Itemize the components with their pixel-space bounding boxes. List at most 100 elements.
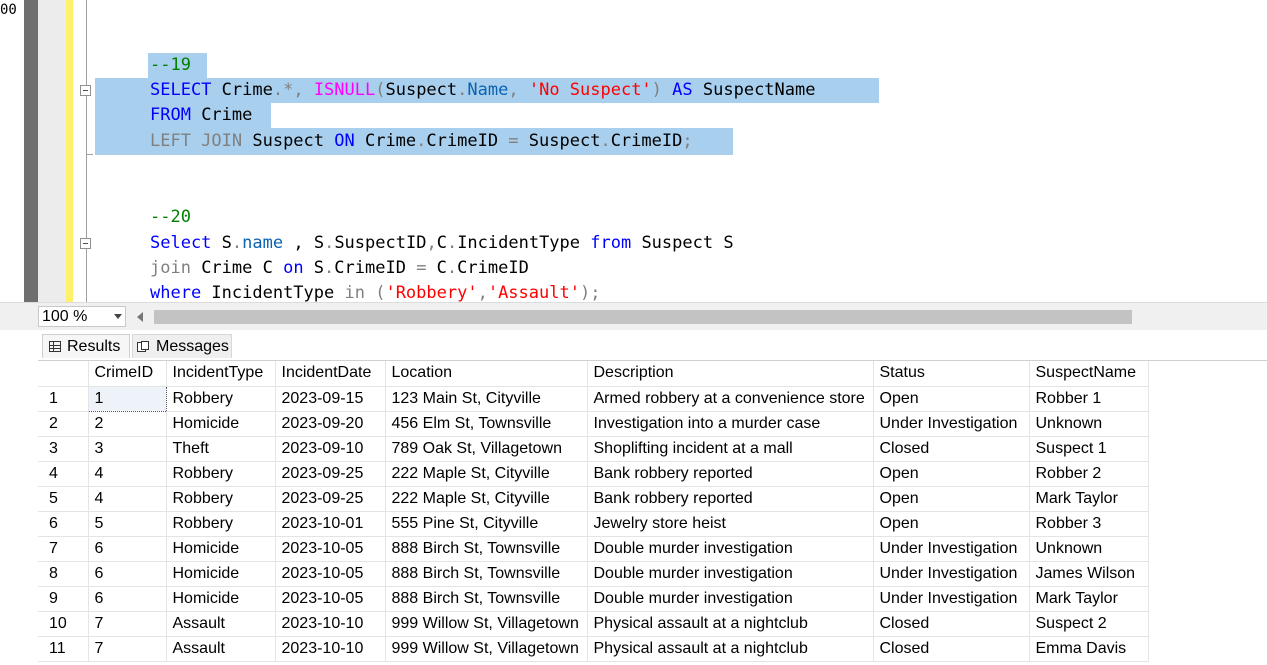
- table-cell[interactable]: Physical assault at a nightclub: [587, 636, 874, 662]
- row-number[interactable]: 6: [38, 511, 89, 537]
- table-row[interactable]: 9 6 Homicide 2023-10-05 888 Birch St, Townsv…: [38, 586, 1149, 612]
- table-row[interactable]: 11 7 Assault 2023-10-10 999 Willow St, Villa…: [38, 636, 1149, 662]
- table-cell[interactable]: 789 Oak St, Villagetown: [385, 436, 588, 462]
- code-line[interactable]: join Crime C on S.CrimeID = C.CrimeID: [150, 256, 529, 281]
- table-cell[interactable]: Under Investigation: [873, 586, 1030, 612]
- table-cell[interactable]: Open: [873, 486, 1030, 512]
- table-row[interactable]: 2 2 Homicide 2023-09-20 456 Elm St, Townsvil…: [38, 411, 1149, 437]
- table-cell[interactable]: Closed: [873, 436, 1030, 462]
- table-cell[interactable]: Robbery: [166, 461, 276, 487]
- table-cell[interactable]: 1: [87, 385, 167, 412]
- table-cell[interactable]: 222 Maple St, Cityville: [385, 486, 588, 512]
- column-header[interactable]: IncidentType: [166, 361, 276, 387]
- table-cell[interactable]: Unknown: [1029, 411, 1149, 437]
- code-line[interactable]: where IncidentType in ('Robbery','Assaul…: [150, 281, 600, 302]
- row-number[interactable]: 8: [38, 561, 89, 587]
- scroll-left-arrow-icon[interactable]: [137, 312, 143, 322]
- column-header[interactable]: IncidentDate: [275, 361, 386, 387]
- table-cell[interactable]: Unknown: [1029, 536, 1149, 562]
- table-cell[interactable]: Open: [873, 386, 1030, 412]
- table-cell[interactable]: 2023-09-25: [275, 461, 386, 487]
- table-cell[interactable]: 888 Birch St, Townsville: [385, 586, 588, 612]
- table-cell[interactable]: Double murder investigation: [587, 536, 874, 562]
- table-cell[interactable]: 5: [88, 511, 167, 537]
- table-cell[interactable]: 2023-10-05: [275, 536, 386, 562]
- table-cell[interactable]: 888 Birch St, Townsville: [385, 536, 588, 562]
- table-cell[interactable]: 6: [88, 561, 167, 587]
- table-cell[interactable]: 2023-10-05: [275, 561, 386, 587]
- table-cell[interactable]: Bank robbery reported: [587, 486, 874, 512]
- table-cell[interactable]: Homicide: [166, 586, 276, 612]
- row-number-header[interactable]: [38, 361, 89, 387]
- table-cell[interactable]: Homicide: [166, 411, 276, 437]
- table-row[interactable]: 1 1 Robbery 2023-09-15 123 Main St, Cityvill…: [38, 385, 1149, 412]
- row-number[interactable]: 2: [38, 411, 89, 437]
- table-cell[interactable]: 999 Willow St, Villagetown: [385, 636, 588, 662]
- table-cell[interactable]: 999 Willow St, Villagetown: [385, 611, 588, 637]
- table-cell[interactable]: Theft: [166, 436, 276, 462]
- table-cell[interactable]: 456 Elm St, Townsville: [385, 411, 588, 437]
- table-cell[interactable]: 4: [88, 486, 167, 512]
- table-cell[interactable]: Open: [873, 511, 1030, 537]
- table-cell[interactable]: 2023-10-10: [275, 636, 386, 662]
- table-cell[interactable]: Homicide: [166, 536, 276, 562]
- table-cell[interactable]: 888 Birch St, Townsville: [385, 561, 588, 587]
- table-cell[interactable]: Under Investigation: [873, 411, 1030, 437]
- results-grid[interactable]: CrimeID IncidentType IncidentDate Locati…: [38, 361, 1267, 665]
- column-header[interactable]: CrimeID: [88, 361, 167, 387]
- table-cell[interactable]: Homicide: [166, 561, 276, 587]
- table-cell[interactable]: Investigation into a murder case: [587, 411, 874, 437]
- table-cell[interactable]: 2: [88, 411, 167, 437]
- query-editor[interactable]: 00 --19 SELECT Crime.*, ISNULL(Suspect.N…: [0, 0, 1267, 302]
- table-cell[interactable]: Assault: [166, 611, 276, 637]
- table-row[interactable]: 10 7 Assault 2023-10-10 999 Willow St, Villa…: [38, 611, 1149, 637]
- code-line[interactable]: SELECT Crime.*, ISNULL(Suspect.Name, 'No…: [150, 78, 815, 103]
- row-number[interactable]: 4: [38, 461, 89, 487]
- table-cell[interactable]: 7: [88, 636, 167, 662]
- table-row[interactable]: 3 3 Theft 2023-09-10 789 Oak St, Villagetown…: [38, 436, 1149, 462]
- code-line[interactable]: LEFT JOIN Suspect ON Crime.CrimeID = Sus…: [150, 129, 693, 154]
- table-cell[interactable]: 555 Pine St, Cityville: [385, 511, 588, 537]
- table-cell[interactable]: Closed: [873, 611, 1030, 637]
- table-cell[interactable]: Open: [873, 461, 1030, 487]
- table-row[interactable]: 8 6 Homicide 2023-10-05 888 Birch St, Townsv…: [38, 561, 1149, 587]
- row-number[interactable]: 3: [38, 436, 89, 462]
- row-number[interactable]: 7: [38, 536, 89, 562]
- table-row[interactable]: 4 4 Robbery 2023-09-25 222 Maple St, Cityvil…: [38, 461, 1149, 487]
- table-cell[interactable]: Robbery: [166, 511, 276, 537]
- table-cell[interactable]: 2023-10-10: [275, 611, 386, 637]
- row-number[interactable]: 11: [38, 636, 89, 662]
- table-cell[interactable]: 2023-10-01: [275, 511, 386, 537]
- column-header[interactable]: Location: [385, 361, 588, 387]
- table-cell[interactable]: Robbery: [166, 486, 276, 512]
- table-cell[interactable]: Robber 3: [1029, 511, 1149, 537]
- table-cell[interactable]: Assault: [166, 636, 276, 662]
- table-cell[interactable]: Robber 1: [1029, 386, 1149, 412]
- table-cell[interactable]: Physical assault at a nightclub: [587, 611, 874, 637]
- table-cell[interactable]: Bank robbery reported: [587, 461, 874, 487]
- column-header[interactable]: Status: [873, 361, 1030, 387]
- chevron-down-icon[interactable]: [114, 314, 122, 319]
- table-cell[interactable]: Suspect 2: [1029, 611, 1149, 637]
- table-cell[interactable]: 7: [88, 611, 167, 637]
- table-cell[interactable]: Armed robbery at a convenience store: [587, 386, 874, 412]
- table-cell[interactable]: 3: [88, 436, 167, 462]
- table-cell[interactable]: 123 Main St, Cityville: [385, 386, 588, 412]
- row-number[interactable]: 10: [38, 611, 89, 637]
- collapse-box-icon[interactable]: [80, 85, 91, 96]
- table-cell[interactable]: Under Investigation: [873, 561, 1030, 587]
- table-row[interactable]: 7 6 Homicide 2023-10-05 888 Birch St, Townsv…: [38, 536, 1149, 562]
- table-cell[interactable]: Shoplifting incident at a mall: [587, 436, 874, 462]
- table-cell[interactable]: Closed: [873, 636, 1030, 662]
- table-row[interactable]: 6 5 Robbery 2023-10-01 555 Pine St, Cityvill…: [38, 511, 1149, 537]
- table-cell[interactable]: Double murder investigation: [587, 586, 874, 612]
- column-header[interactable]: Description: [587, 361, 874, 387]
- table-cell[interactable]: 2023-09-20: [275, 411, 386, 437]
- table-cell[interactable]: Robber 2: [1029, 461, 1149, 487]
- table-cell[interactable]: 2023-09-25: [275, 486, 386, 512]
- zoom-dropdown[interactable]: 100 %: [38, 306, 126, 327]
- collapse-box-icon[interactable]: [80, 238, 91, 249]
- table-cell[interactable]: 222 Maple St, Cityville: [385, 461, 588, 487]
- table-cell[interactable]: 6: [88, 586, 167, 612]
- code-line[interactable]: --20: [150, 205, 191, 230]
